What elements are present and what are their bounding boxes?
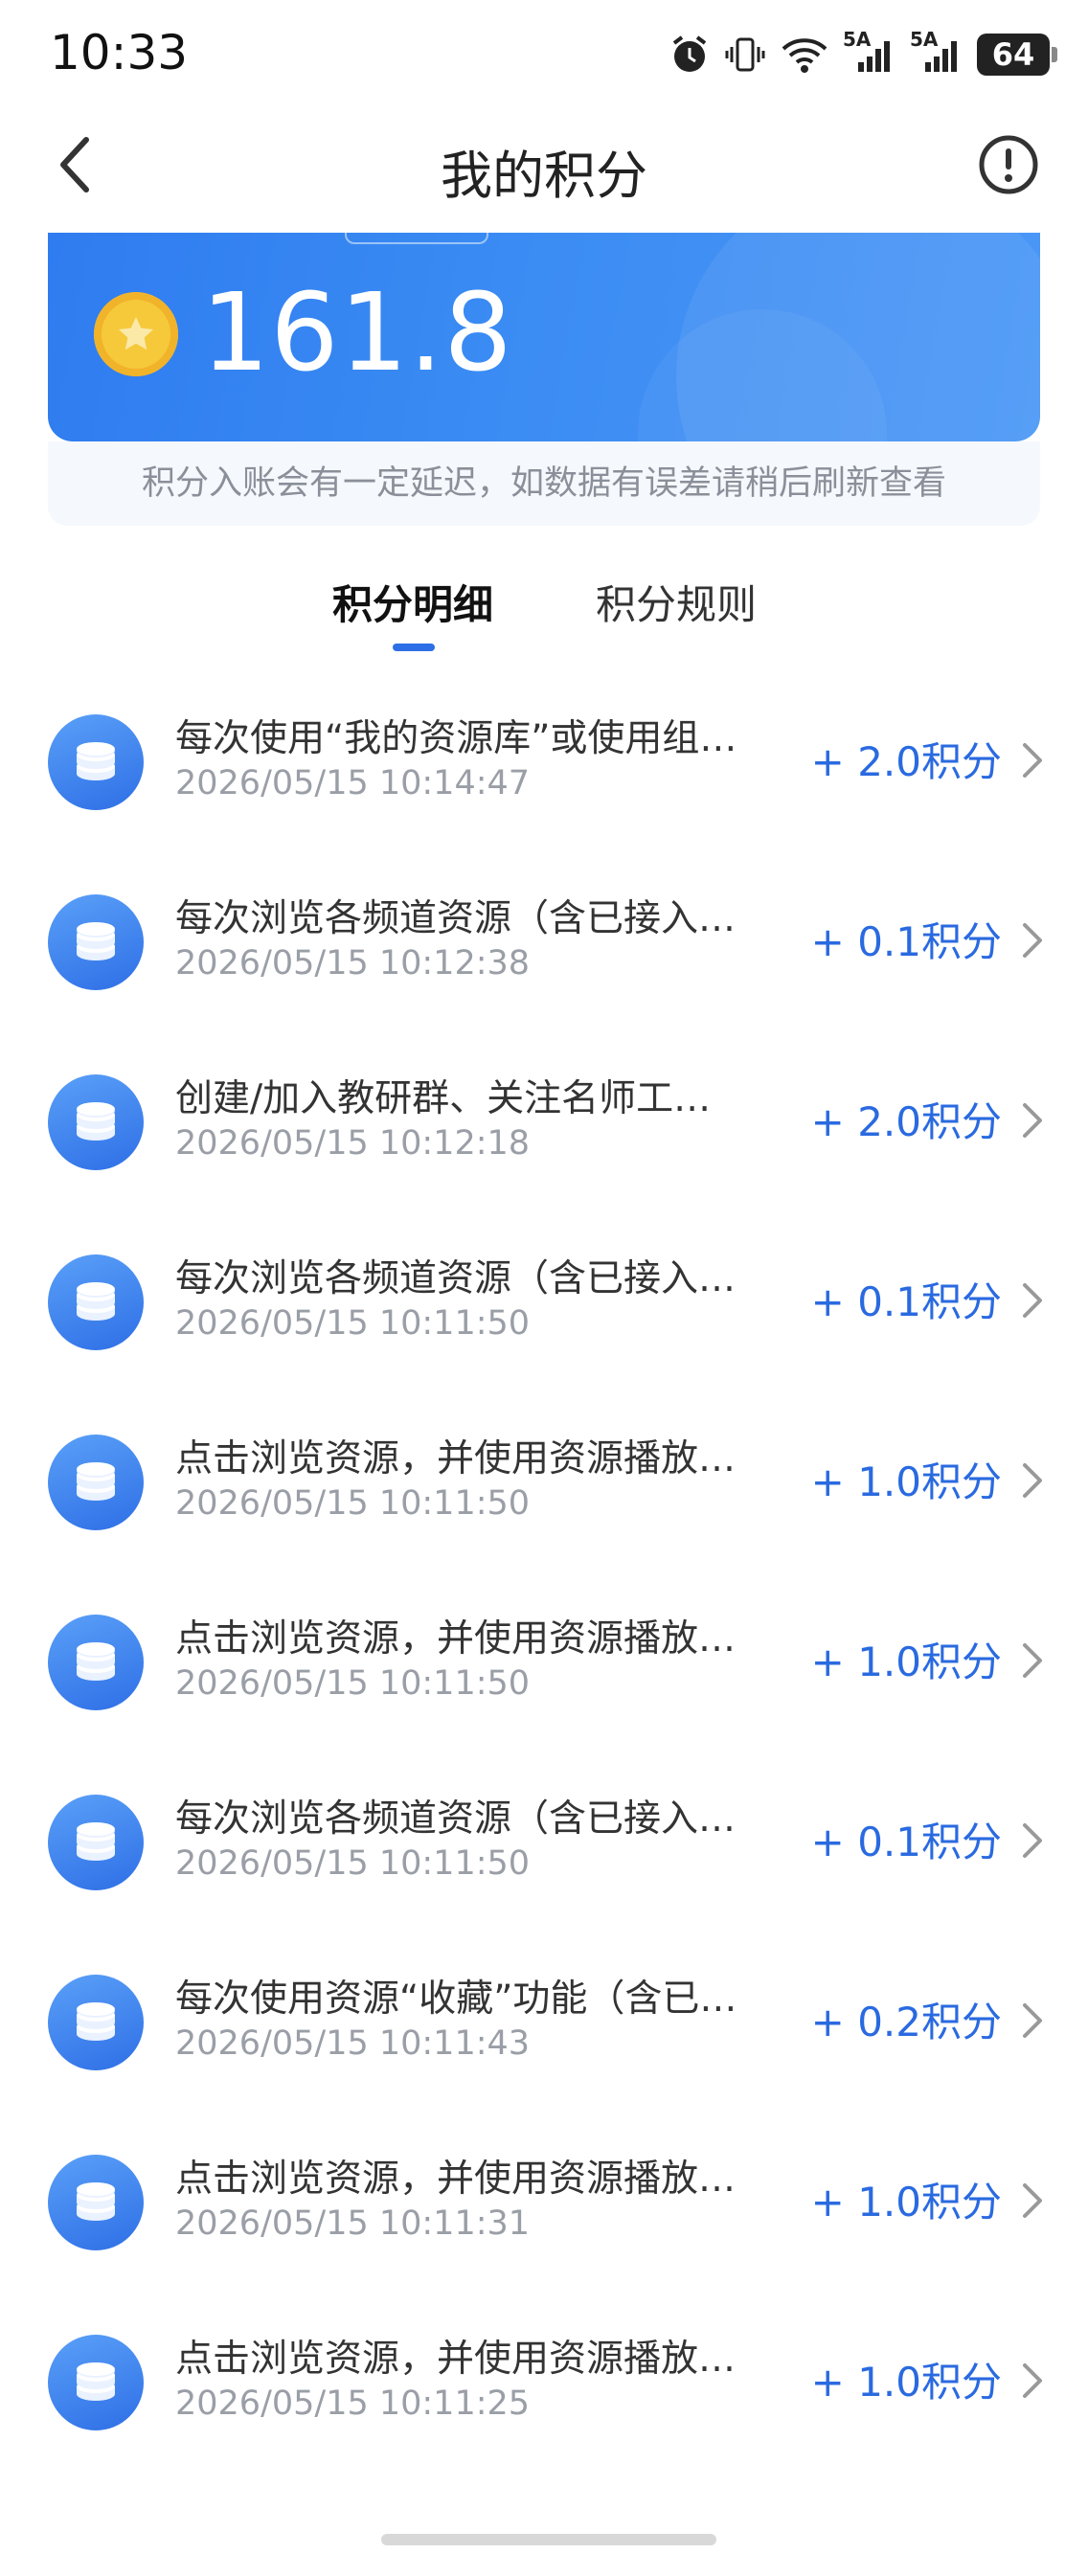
star-coin-icon	[94, 292, 178, 376]
coin-stack-icon	[48, 894, 144, 990]
record-time: 2026/05/15 10:11:50	[175, 1304, 531, 1343]
chevron-right-icon	[1017, 1281, 1046, 1320]
record-points: + 0.1积分	[810, 1278, 1002, 1325]
record-points: + 0.1积分	[810, 1819, 1002, 1865]
record-row[interactable]: 点击浏览资源，并使用资源播放… 2026/05/15 10:11:31 + 1.0积…	[0, 2111, 1088, 2291]
record-points: + 2.0积分	[810, 738, 1002, 785]
cellular-signal-icon: 5A	[843, 28, 896, 76]
record-row[interactable]: 每次使用资源“收藏”功能（含已… 2026/05/15 10:11:43 + 0.2…	[0, 1931, 1088, 2111]
record-points: + 1.0积分	[810, 1638, 1002, 1685]
signal-label: 5A	[843, 28, 872, 51]
coin-stack-icon	[48, 1074, 144, 1170]
record-time: 2026/05/15 10:11:43	[175, 2024, 531, 2063]
record-title: 每次使用“我的资源库”或使用组…	[175, 717, 737, 760]
record-points: + 2.0积分	[810, 1098, 1002, 1145]
record-points: + 0.1积分	[810, 918, 1002, 965]
record-points: + 1.0积分	[810, 2359, 1002, 2406]
record-title: 点击浏览资源，并使用资源播放…	[175, 1617, 737, 1661]
record-time: 2026/05/15 10:11:50	[175, 1484, 531, 1523]
chevron-right-icon	[1017, 2361, 1046, 2400]
home-indicator[interactable]	[381, 2534, 716, 2545]
chevron-right-icon	[1017, 741, 1046, 780]
record-title: 每次浏览各频道资源（含已接入…	[175, 1257, 737, 1300]
decoration	[345, 233, 488, 244]
record-row[interactable]: 每次浏览各频道资源（含已接入… 2026/05/15 10:11:50 + 0.1积…	[0, 1751, 1088, 1931]
record-time: 2026/05/15 10:11:31	[175, 2204, 531, 2243]
record-row[interactable]: 点击浏览资源，并使用资源播放… 2026/05/15 10:11:50 + 1.0积…	[0, 1570, 1088, 1751]
chevron-right-icon	[1017, 1821, 1046, 1860]
chevron-right-icon	[1017, 1461, 1046, 1500]
coin-stack-icon	[48, 2155, 144, 2250]
coin-stack-icon	[48, 714, 144, 810]
chevron-right-icon	[1017, 1101, 1046, 1140]
coin-stack-icon	[48, 1615, 144, 1710]
record-title: 每次使用资源“收藏”功能（含已…	[175, 1977, 737, 2021]
coin-stack-icon	[48, 1435, 144, 1530]
record-title: 每次浏览各频道资源（含已接入…	[175, 1797, 737, 1841]
chevron-right-icon	[1017, 1641, 1046, 1680]
record-row[interactable]: 点击浏览资源，并使用资源播放… 2026/05/15 10:11:25 + 1.0积…	[0, 2291, 1088, 2471]
coin-stack-icon	[48, 1975, 144, 2070]
chevron-right-icon	[1017, 921, 1046, 960]
cellular-signal-icon-2: 5A	[910, 28, 963, 76]
tabs: 积分明细 积分规则	[0, 555, 1088, 661]
signal-label-2: 5A	[910, 28, 939, 51]
tab-points-rules[interactable]: 积分规则	[596, 573, 757, 631]
record-title: 创建/加入教研群、关注名师工…	[175, 1077, 712, 1120]
coin-stack-icon	[48, 1795, 144, 1890]
record-time: 2026/05/15 10:11:50	[175, 1844, 531, 1883]
record-row[interactable]: 点击浏览资源，并使用资源播放… 2026/05/15 10:11:50 + 1.0积…	[0, 1390, 1088, 1570]
wifi-icon	[780, 34, 829, 76]
record-row[interactable]: 每次浏览各频道资源（含已接入… 2026/05/15 10:12:38 + 0.1积…	[0, 850, 1088, 1030]
points-balance-card: 161.8	[48, 233, 1040, 441]
record-title: 点击浏览资源，并使用资源播放…	[175, 1437, 737, 1480]
header: 我的积分	[0, 110, 1088, 230]
record-points: + 1.0积分	[810, 2179, 1002, 2226]
record-title: 点击浏览资源，并使用资源播放…	[175, 2158, 737, 2201]
status-time: 10:33	[50, 25, 189, 80]
chevron-right-icon	[1017, 2001, 1046, 2040]
record-time: 2026/05/15 10:12:38	[175, 944, 531, 983]
record-points: + 1.0积分	[810, 1458, 1002, 1505]
record-title: 每次浏览各频道资源（含已接入…	[175, 897, 737, 940]
record-row[interactable]: 每次使用“我的资源库”或使用组… 2026/05/15 10:14:47 + 2.0…	[0, 670, 1088, 850]
tab-points-detail[interactable]: 积分明细	[332, 573, 493, 631]
coin-stack-icon	[48, 2335, 144, 2430]
info-button[interactable]	[975, 131, 1042, 198]
page-title: 我的积分	[441, 146, 647, 206]
status-bar: 10:33 5A 5A 64	[0, 0, 1088, 110]
status-icons: 5A 5A 64	[669, 28, 1057, 80]
coin-stack-icon	[48, 1254, 144, 1350]
record-title: 点击浏览资源，并使用资源播放…	[175, 2338, 737, 2381]
vibrate-icon	[724, 34, 766, 76]
points-record-list: 每次使用“我的资源库”或使用组… 2026/05/15 10:14:47 + 2.0…	[0, 670, 1088, 2471]
record-time: 2026/05/15 10:11:25	[175, 2384, 531, 2423]
info-icon	[979, 135, 1038, 194]
record-row[interactable]: 每次浏览各频道资源（含已接入… 2026/05/15 10:11:50 + 0.1积…	[0, 1210, 1088, 1390]
points-balance: 161.8	[201, 271, 513, 395]
record-time: 2026/05/15 10:14:47	[175, 764, 531, 802]
delay-notice: 积分入账会有一定延迟，如数据有误差请稍后刷新查看	[48, 441, 1040, 526]
record-time: 2026/05/15 10:11:50	[175, 1664, 531, 1703]
record-row[interactable]: 创建/加入教研群、关注名师工… 2026/05/15 10:12:18 + 2.0积…	[0, 1030, 1088, 1210]
chevron-right-icon	[1017, 2181, 1046, 2220]
record-points: + 0.2积分	[810, 1999, 1002, 2045]
record-time: 2026/05/15 10:12:18	[175, 1124, 531, 1163]
active-tab-indicator	[393, 644, 435, 651]
battery-icon: 64	[977, 34, 1057, 76]
alarm-icon	[669, 34, 711, 76]
